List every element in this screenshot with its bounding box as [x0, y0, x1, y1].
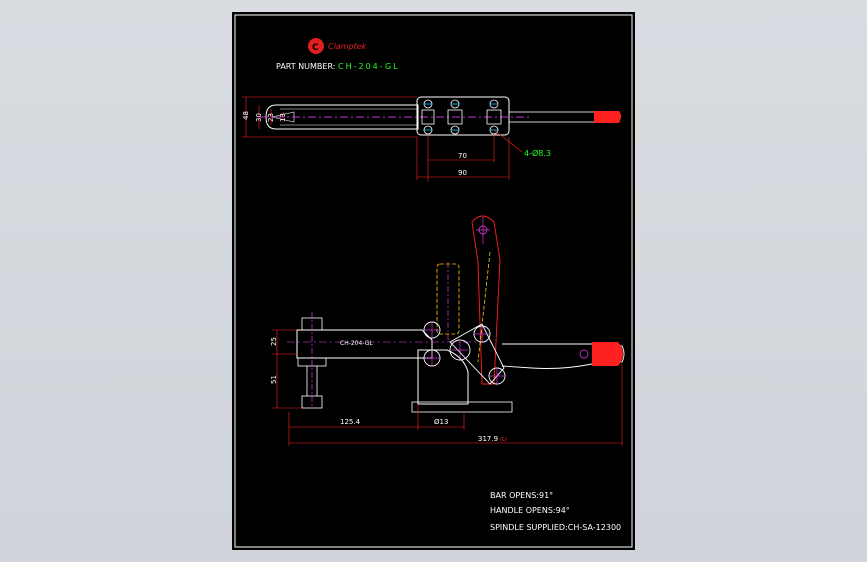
logo: C Clamptek — [308, 38, 367, 54]
drawing-sheet: C Clamptek PART NUMBER: CH-204-GL 48 30 … — [232, 12, 635, 550]
dim-125: 125.4 — [340, 418, 361, 426]
side-view: CH-204-GL 25 51 125.4 Ø13 317.9 (L) — [270, 215, 625, 446]
dim-23: 23 — [267, 113, 275, 122]
drawing-canvas: C Clamptek PART NUMBER: CH-204-GL 48 30 … — [234, 14, 633, 548]
side-body-label: CH-204-GL — [340, 340, 373, 347]
part-number-value: CH-204-GL — [338, 62, 400, 71]
svg-text:C: C — [312, 43, 319, 53]
dim-90: 90 — [458, 169, 467, 177]
note-bar-opens: BAR OPENS:91° — [490, 491, 553, 500]
dim-317: 317.9 — [478, 435, 498, 443]
part-number-label: PART NUMBER: — [276, 62, 335, 71]
top-view: 48 30 23 13 70 90 4-Ø8.3 — [242, 96, 621, 182]
dim-51: 51 — [270, 375, 278, 384]
hole-callout: 4-Ø8.3 — [524, 148, 551, 158]
note-handle-opens: HANDLE OPENS:94° — [490, 506, 570, 515]
note-spindle: SPINDLE SUPPLIED:CH-SA-12300 — [490, 523, 621, 532]
sheet-border — [234, 14, 633, 548]
logo-text: Clamptek — [328, 42, 367, 51]
dim-13: 13 — [279, 113, 287, 122]
dim-30: 30 — [255, 113, 263, 122]
dim-70: 70 — [458, 152, 467, 160]
dim-25: 25 — [270, 337, 278, 346]
dim-48: 48 — [242, 111, 250, 120]
notes: BAR OPENS:91° HANDLE OPENS:94° SPINDLE S… — [490, 491, 621, 532]
dim-317-suffix: (L) — [500, 437, 507, 443]
cad-viewport[interactable]: C Clamptek PART NUMBER: CH-204-GL 48 30 … — [0, 0, 867, 562]
dim-13-dia: Ø13 — [434, 418, 448, 426]
